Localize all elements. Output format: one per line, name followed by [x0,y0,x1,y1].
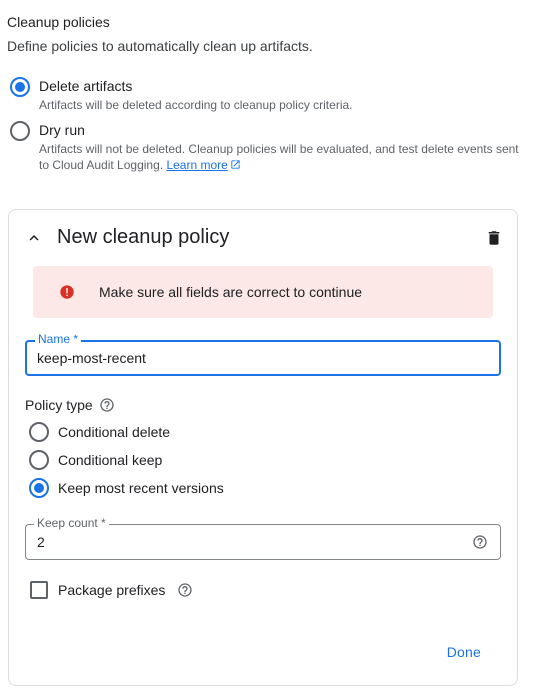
dry-run-label: Dry run [39,122,85,138]
radio-button-conditional-keep[interactable] [29,450,49,470]
cleanup-policies-description: Define policies to automatically clean u… [7,38,313,54]
radio-keep-most-recent[interactable]: Keep most recent versions [29,478,224,498]
dry-run-help: Artifacts will not be deleted. Cleanup p… [39,141,529,173]
done-button[interactable]: Done [447,644,481,660]
card-title: New cleanup policy [57,226,230,248]
name-field[interactable]: Name * [25,332,501,376]
radio-delete-artifacts[interactable]: Delete artifacts Artifacts will be delet… [10,77,529,113]
policy-type-label: Policy type [25,397,93,413]
cleanup-policies-title: Cleanup policies [7,14,110,30]
radio-conditional-delete[interactable]: Conditional delete [29,422,170,442]
radio-button-delete-artifacts[interactable] [10,77,30,97]
trash-icon[interactable] [485,229,503,247]
package-prefixes-label: Package prefixes [58,582,166,598]
radio-button-conditional-delete[interactable] [29,422,49,442]
learn-more-link-text: Learn more [166,158,228,172]
error-icon [60,285,74,299]
delete-artifacts-label: Delete artifacts [39,78,133,94]
help-icon[interactable] [472,534,488,550]
delete-artifacts-help: Artifacts will be deleted according to c… [39,98,353,112]
radio-conditional-keep[interactable]: Conditional keep [29,450,162,470]
new-cleanup-policy-card: New cleanup policy Make sure all fields … [8,209,518,686]
chevron-up-icon[interactable] [25,229,43,247]
conditional-delete-label: Conditional delete [58,424,171,440]
keep-count-field[interactable]: Keep count * [25,516,501,560]
help-icon[interactable] [177,582,193,598]
dry-run-help-text: Artifacts will not be deleted. Cleanup p… [39,142,519,172]
name-input[interactable] [37,342,459,374]
error-message: Make sure all fields are correct to cont… [99,284,363,300]
external-link-icon[interactable] [230,159,241,170]
error-banner: Make sure all fields are correct to cont… [33,266,493,318]
keep-most-recent-label: Keep most recent versions [58,480,224,496]
learn-more-link[interactable]: Learn more [166,158,227,172]
radio-dry-run[interactable]: Dry run Artifacts will not be deleted. C… [10,121,529,173]
keep-count-input[interactable] [37,525,460,559]
help-icon[interactable] [99,397,115,413]
package-prefixes-row[interactable]: Package prefixes [30,581,193,599]
card-header: New cleanup policy [25,226,229,249]
conditional-keep-label: Conditional keep [58,452,163,468]
radio-button-keep-most-recent[interactable] [29,478,49,498]
radio-button-dry-run[interactable] [10,121,30,141]
policy-type-heading: Policy type [25,397,115,413]
package-prefixes-checkbox[interactable] [30,581,48,599]
